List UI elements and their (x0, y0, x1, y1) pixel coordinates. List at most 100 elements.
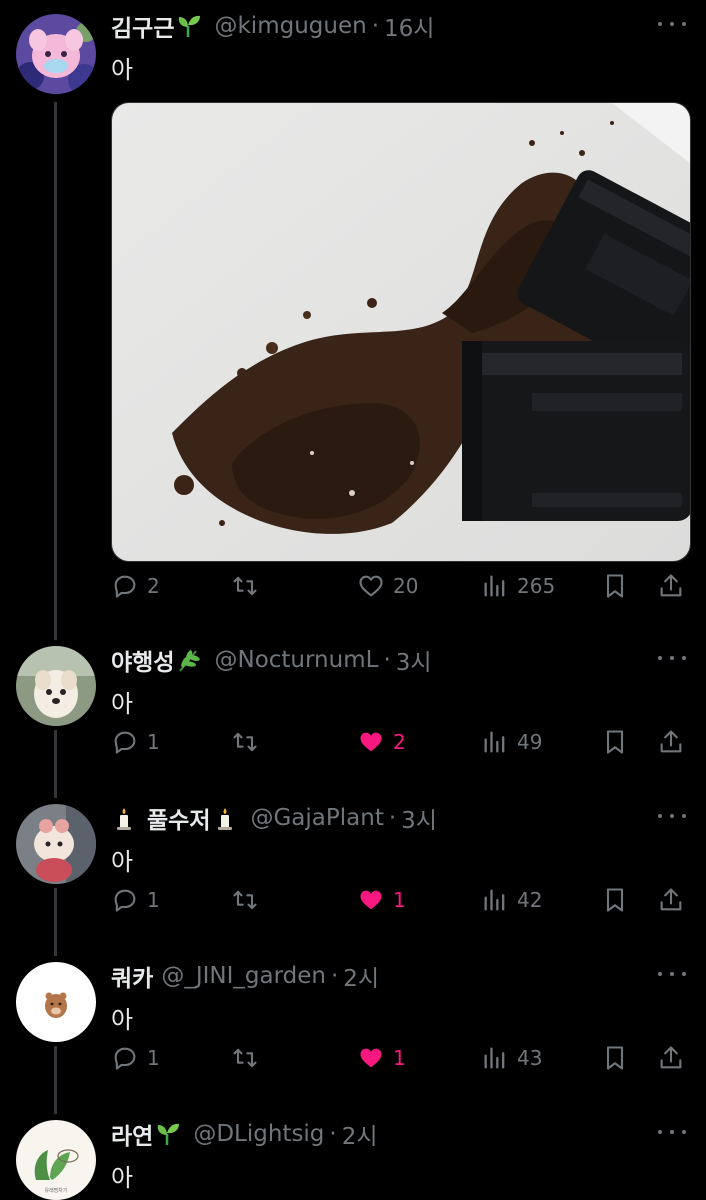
candle-icon (218, 808, 233, 830)
candle-icon (117, 808, 131, 830)
like-count: 20 (393, 574, 419, 598)
more-icon[interactable] (658, 14, 686, 34)
tweet[interactable]: 쿼카 @_JINI_garden · 2시 아 1 1 43 (0, 956, 706, 1106)
tweet-actions: 1 1 43 (111, 1038, 691, 1078)
seedling-icon (158, 1123, 180, 1145)
avatar[interactable]: 유래명차기 (16, 1120, 96, 1200)
views-button[interactable]: 265 (481, 566, 555, 606)
more-icon[interactable] (658, 1122, 686, 1142)
views-icon (484, 1047, 505, 1069)
tweet-text: 아 (111, 1164, 134, 1192)
views-button[interactable]: 42 (481, 880, 542, 920)
heart-icon (360, 732, 382, 752)
user-handle[interactable]: @GajaPlant (250, 805, 383, 831)
views-button[interactable]: 43 (481, 1038, 542, 1078)
tweet-text: 아 (111, 690, 134, 718)
display-name[interactable]: 김구근 (111, 9, 174, 43)
share-button[interactable] (657, 880, 685, 920)
tweet[interactable]: 김구근 @kimguguen · 16시 아 2 20 265 (0, 6, 706, 616)
display-name[interactable]: 야행성 (111, 643, 174, 677)
tweet-header: 야행성 @NocturnumL · 3시 (111, 640, 432, 680)
retweet-button[interactable] (231, 1038, 267, 1078)
views-icon (484, 575, 505, 597)
like-count: 2 (393, 730, 406, 754)
reply-icon (114, 889, 136, 912)
timestamp[interactable]: 2시 (342, 1117, 378, 1151)
view-count: 49 (517, 730, 543, 754)
share-button[interactable] (657, 1038, 685, 1078)
share-button[interactable] (657, 722, 685, 762)
retweet-button[interactable] (231, 722, 267, 762)
user-handle[interactable]: @DLightsig (193, 1121, 324, 1147)
tweet-actions: 1 1 42 (111, 880, 691, 920)
reply-count: 1 (147, 888, 160, 912)
heart-icon (360, 1048, 382, 1068)
bookmark-button[interactable] (601, 1038, 629, 1078)
tweet-header: 라연 @DLightsig · 2시 (111, 1114, 378, 1154)
avatar[interactable] (16, 646, 96, 726)
bookmark-icon (606, 1046, 624, 1070)
views-icon (484, 889, 505, 911)
tweet-actions: 1 2 49 (111, 722, 691, 762)
share-icon (660, 730, 682, 753)
separator-dot: · (330, 963, 339, 989)
share-icon (660, 574, 682, 597)
tweet-text: 아 (111, 56, 134, 84)
like-count: 1 (393, 1046, 406, 1070)
bookmark-button[interactable] (601, 880, 629, 920)
bookmark-button[interactable] (601, 722, 629, 762)
timestamp[interactable]: 3시 (396, 643, 432, 677)
separator-dot: · (371, 13, 379, 39)
like-button[interactable]: 1 (357, 880, 406, 920)
timestamp[interactable]: 2시 (343, 959, 379, 993)
seedling-icon (179, 15, 201, 37)
timestamp[interactable]: 3시 (401, 801, 437, 835)
retweet-icon (233, 732, 257, 752)
reply-button[interactable]: 1 (111, 1038, 160, 1078)
display-name[interactable]: 쿼카 (111, 959, 153, 993)
view-count: 43 (517, 1046, 543, 1070)
reply-button[interactable]: 1 (111, 880, 160, 920)
tweet[interactable]: 유래명차기 라연 @DLightsig · 2시 아 (0, 1114, 706, 1200)
spilled-soil-photo (112, 103, 690, 561)
display-name[interactable]: 풀수저 (147, 801, 210, 835)
share-icon (660, 888, 682, 911)
user-handle[interactable]: @NocturnumL (214, 647, 378, 673)
avatar[interactable] (16, 14, 96, 94)
like-button[interactable]: 2 (357, 722, 406, 762)
reply-icon (114, 731, 136, 754)
retweet-button[interactable] (231, 566, 267, 606)
more-icon[interactable] (658, 964, 686, 984)
tweet[interactable]: 풀수저 @GajaPlant · 3시 아 1 1 42 (0, 798, 706, 948)
reply-button[interactable]: 2 (111, 566, 160, 606)
display-name[interactable]: 라연 (111, 1117, 153, 1151)
tweet-photo[interactable] (111, 102, 691, 562)
tweet-text: 아 (111, 1006, 134, 1034)
views-button[interactable]: 49 (481, 722, 542, 762)
reply-count: 2 (147, 574, 160, 598)
bookmark-button[interactable] (601, 566, 629, 606)
like-button[interactable]: 1 (357, 1038, 406, 1078)
tweet-header: 풀수저 @GajaPlant · 3시 (111, 798, 437, 838)
like-button[interactable]: 20 (357, 566, 418, 606)
timestamp[interactable]: 16시 (384, 9, 434, 43)
tweet[interactable]: 야행성 @NocturnumL · 3시 아 1 2 49 (0, 640, 706, 790)
more-icon[interactable] (658, 648, 686, 668)
share-button[interactable] (657, 566, 685, 606)
user-handle[interactable]: @kimguguen (214, 13, 366, 39)
tweet-text: 아 (111, 848, 134, 876)
view-count: 42 (517, 888, 543, 912)
more-icon[interactable] (658, 806, 686, 826)
separator-dot: · (329, 1121, 337, 1147)
retweet-icon (233, 1048, 257, 1068)
retweet-icon (233, 890, 257, 910)
retweet-button[interactable] (231, 880, 267, 920)
user-handle[interactable]: @_JINI_garden (161, 963, 326, 989)
reply-count: 1 (147, 730, 160, 754)
bookmark-icon (606, 888, 624, 912)
avatar[interactable] (16, 804, 96, 884)
share-icon (660, 1046, 682, 1069)
avatar[interactable] (16, 962, 96, 1042)
reply-button[interactable]: 1 (111, 722, 160, 762)
like-count: 1 (393, 888, 406, 912)
